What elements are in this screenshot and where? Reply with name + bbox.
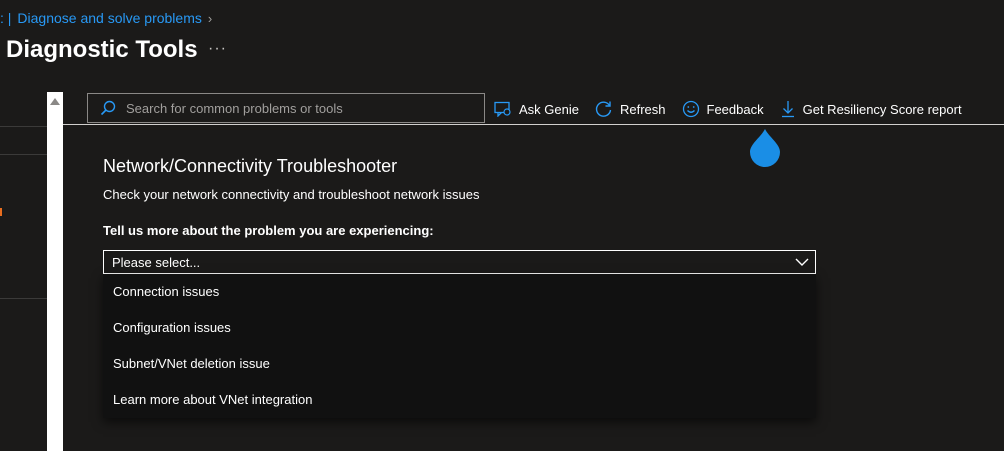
option-connection-issues[interactable]: Connection issues	[103, 274, 816, 310]
search-icon	[100, 100, 116, 116]
dropdown-options-list: Connection issues Configuration issues S…	[103, 274, 816, 418]
drop-indicator-icon	[750, 129, 780, 167]
get-resiliency-score-button[interactable]: Get Resiliency Score report	[780, 100, 962, 118]
resiliency-label: Get Resiliency Score report	[802, 101, 962, 117]
breadcrumb: : | Diagnose and solve problems ›	[0, 10, 212, 26]
chevron-down-icon	[795, 258, 809, 266]
nav-divider	[0, 298, 47, 299]
diagnostic-tools-page: : | Diagnose and solve problems › Diagno…	[0, 0, 1004, 451]
refresh-button[interactable]: Refresh	[595, 100, 666, 118]
command-bar: Ask Genie Refresh Feedback Get Resilienc…	[494, 98, 978, 120]
search-input[interactable]	[124, 99, 484, 117]
smiley-icon	[682, 100, 699, 118]
feedback-label: Feedback	[706, 101, 764, 117]
chevron-right-icon: ›	[207, 10, 213, 26]
option-configuration-issues[interactable]: Configuration issues	[103, 310, 816, 346]
refresh-icon	[595, 101, 612, 117]
search-box[interactable]	[87, 93, 485, 123]
page-title: Diagnostic Tools	[6, 36, 198, 63]
option-subnet-vnet-deletion[interactable]: Subnet/VNet deletion issue	[103, 346, 816, 382]
toolbar-divider	[63, 124, 1004, 125]
nav-marker	[0, 208, 2, 216]
more-options-button[interactable]: ···	[208, 40, 227, 58]
breadcrumb-prefix[interactable]: : |	[0, 10, 11, 26]
vertical-scrollbar[interactable]	[47, 92, 63, 451]
nav-divider	[0, 126, 47, 127]
genie-chat-icon	[494, 101, 511, 117]
left-nav-strip	[0, 92, 47, 451]
feedback-button[interactable]: Feedback	[682, 100, 764, 118]
refresh-label: Refresh	[619, 101, 666, 117]
ask-genie-label: Ask Genie	[519, 101, 579, 117]
problem-dropdown[interactable]: Please select...	[103, 250, 816, 274]
breadcrumb-diagnose-link[interactable]: Diagnose and solve problems	[17, 10, 201, 26]
ask-genie-button[interactable]: Ask Genie	[494, 101, 579, 117]
download-icon	[781, 101, 794, 118]
troubleshooter-title: Network/Connectivity Troubleshooter	[103, 156, 398, 176]
troubleshooter-description: Check your network connectivity and trou…	[103, 187, 480, 202]
nav-divider	[0, 154, 47, 155]
dropdown-selected-value: Please select...	[112, 254, 201, 270]
option-learn-vnet-integration[interactable]: Learn more about VNet integration	[103, 382, 816, 418]
scroll-up-arrow-icon[interactable]	[50, 98, 60, 105]
problem-question-label: Tell us more about the problem you are e…	[103, 223, 434, 238]
